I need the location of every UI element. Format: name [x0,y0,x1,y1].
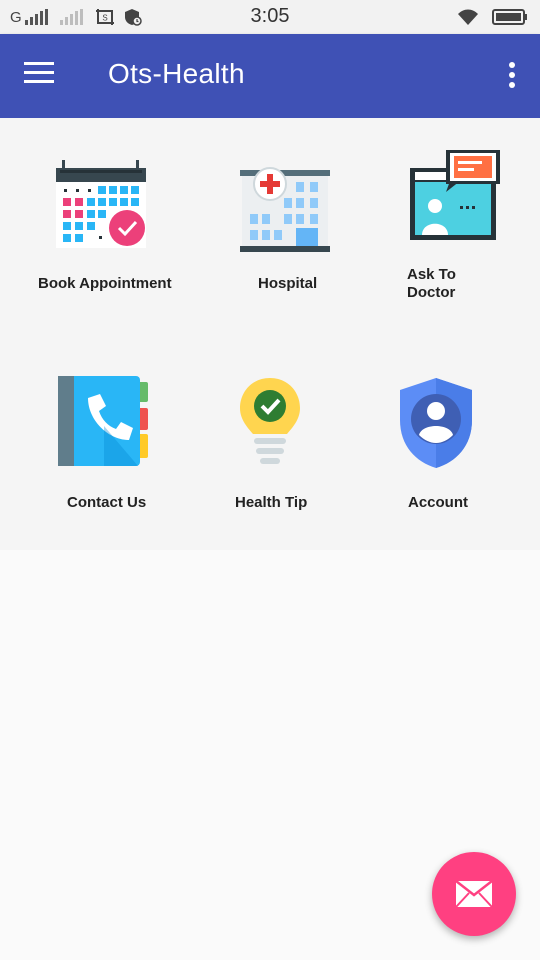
book-appointment-tile[interactable]: Book Appointment [20,148,190,308]
book-appointment-label: Book Appointment [38,275,172,292]
health-tip-label: Health Tip [235,494,308,511]
ask-to-doctor-label: Ask To Doctor [407,266,456,301]
phone-book-icon [58,376,148,466]
status-bar-right [456,8,528,26]
contact-us-tile[interactable]: Contact Us [20,368,190,528]
mail-icon [455,880,493,908]
app-bar: Ots-Health [0,34,540,118]
hospital-tile[interactable]: Hospital [200,148,370,308]
hospital-label: Hospital [258,275,318,292]
battery-icon [492,9,527,25]
doctor-chat-icon [410,150,500,240]
account-shield-icon [400,378,472,468]
hospital-building-icon [240,167,330,252]
health-tip-tile[interactable]: Health Tip [200,368,370,528]
more-options-icon[interactable] [506,62,518,92]
status-bar: G S 3:05 [0,0,540,34]
menu-grid: Book Appointment Hospital Ask To Doctor … [0,118,540,550]
lightbulb-check-icon [240,378,300,464]
contact-us-label: Contact Us [67,494,147,511]
wifi-icon [458,9,478,25]
account-label: Account [408,494,468,511]
hamburger-menu-icon[interactable] [24,62,58,90]
account-tile[interactable]: Account [370,368,540,528]
app-title: Ots-Health [108,58,245,89]
mail-fab-button[interactable] [432,852,516,936]
calendar-check-icon [56,160,146,248]
ask-to-doctor-tile[interactable]: Ask To Doctor [370,148,540,308]
